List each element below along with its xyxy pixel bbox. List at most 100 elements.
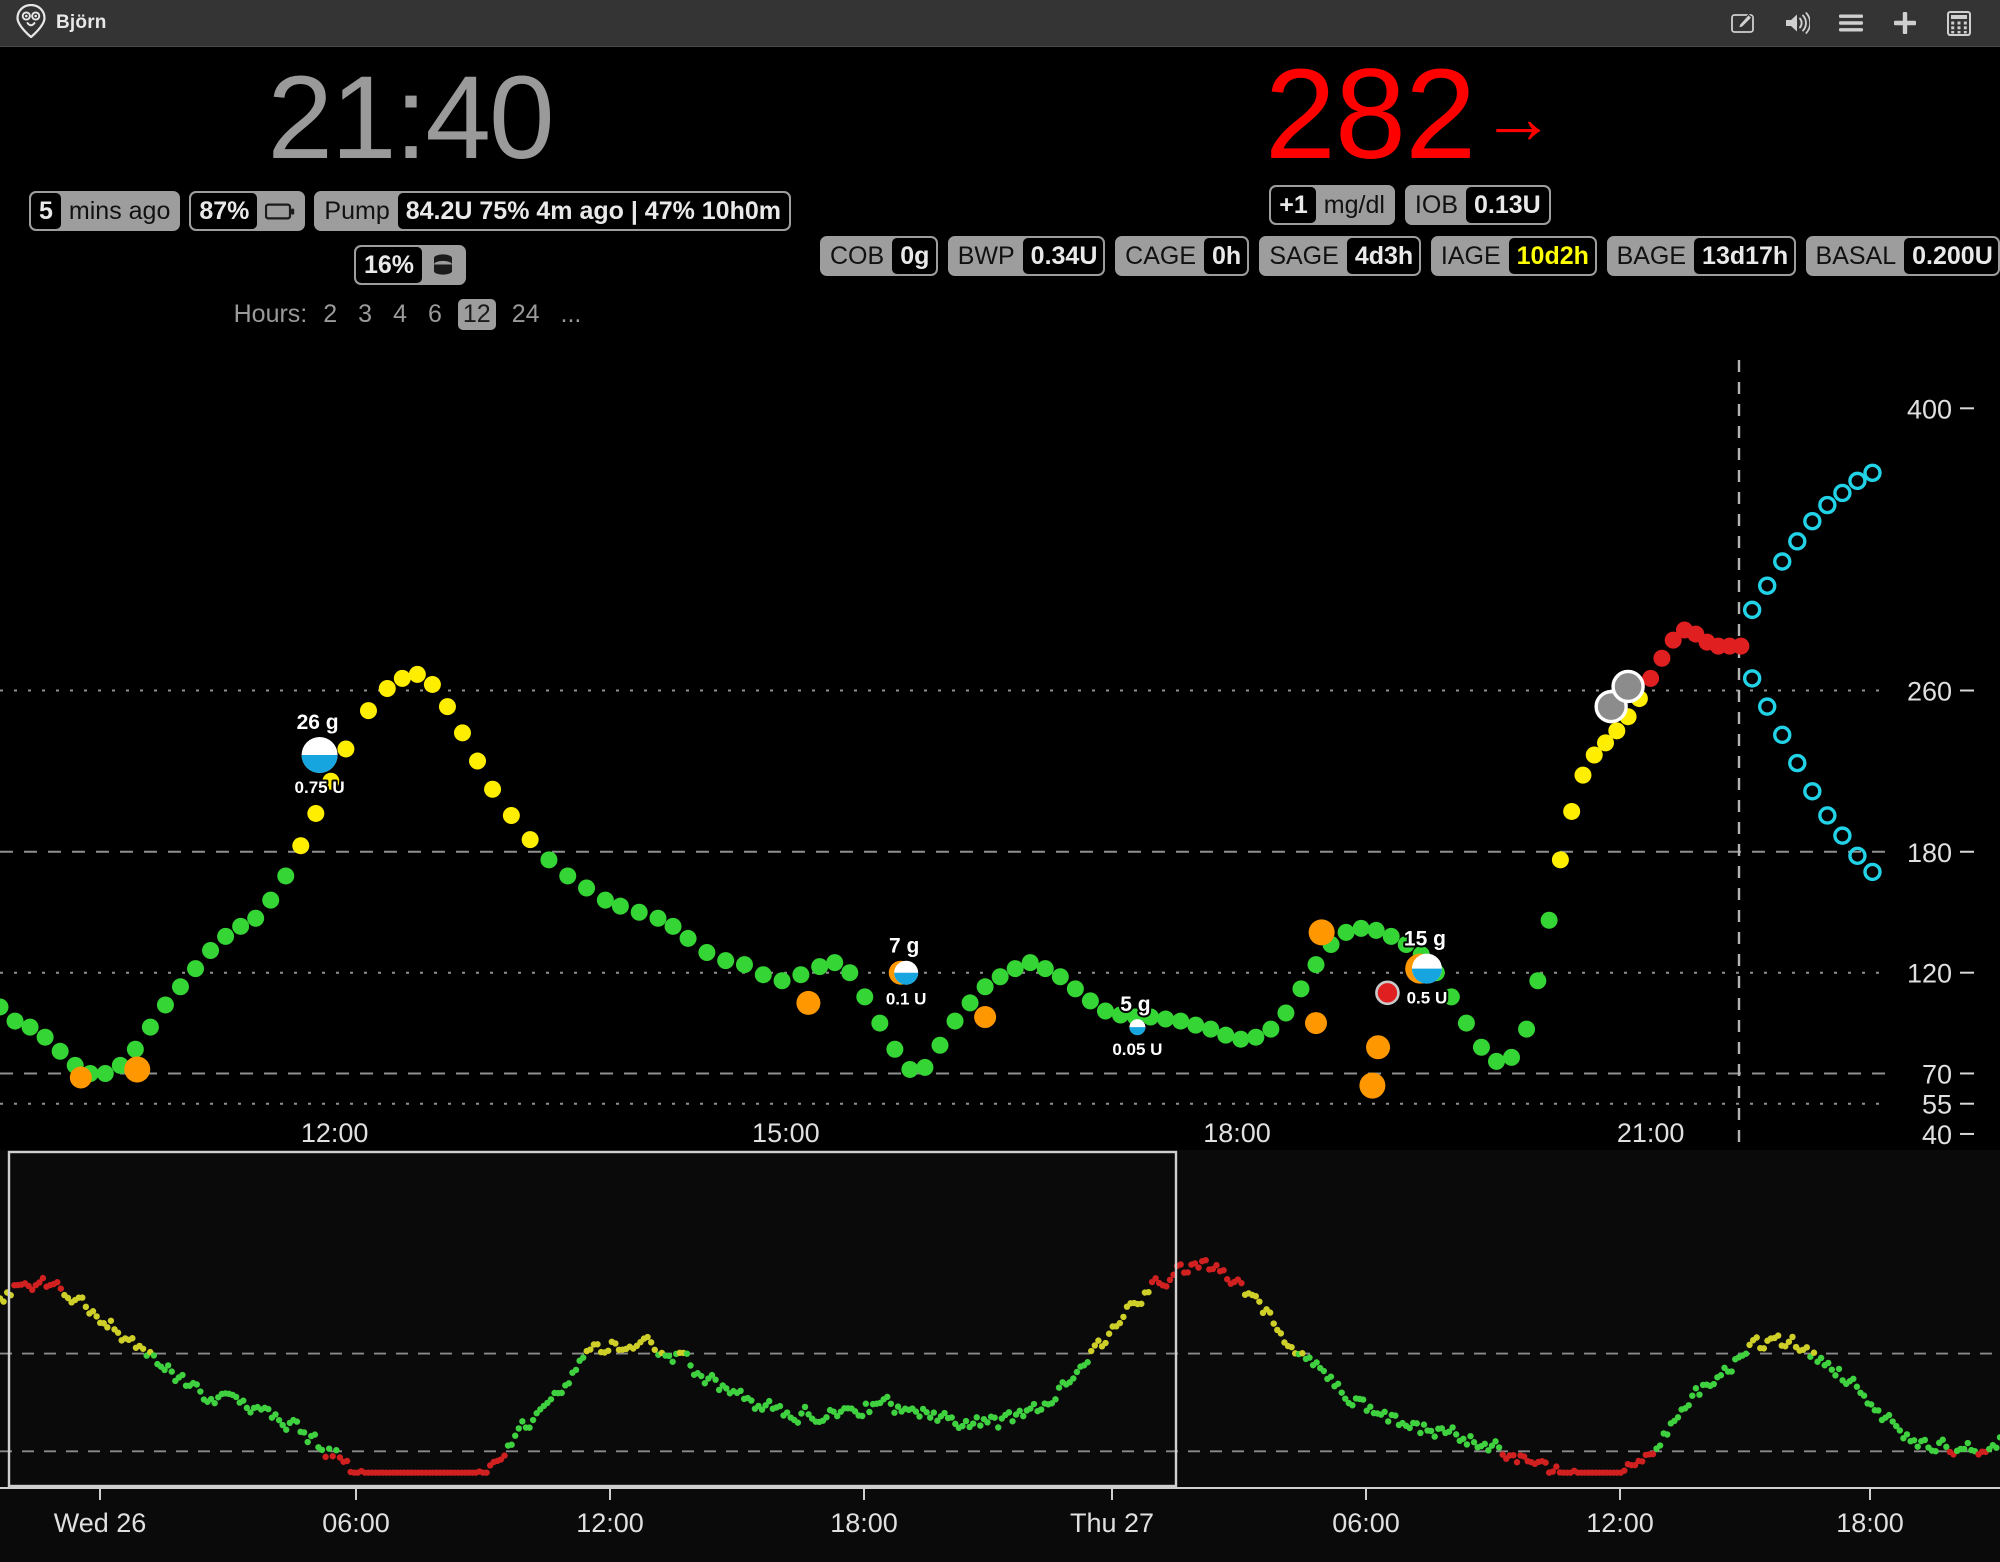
brush-chart-canvas[interactable]: Wed 26 06:00 12:00 18:00 Thu 27 06:00 12:00 18:…: [0, 1150, 2000, 1562]
brush-glucose-point: [948, 1414, 955, 1421]
carb-bolus-26g[interactable]: 26 g 0.75 U: [293, 709, 347, 799]
cgm-battery-pill[interactable]: 16%: [353, 245, 467, 285]
brush-glucose-point: [1649, 1450, 1657, 1458]
delta-value: +1: [1271, 187, 1316, 223]
carb-amount-label: 7 g: [889, 935, 919, 958]
brush-glucose-point: [265, 1405, 272, 1413]
bolus-marker[interactable]: [974, 1006, 997, 1029]
brush-glucose-point: [1105, 1330, 1113, 1337]
brush-glucose-point: [1009, 1418, 1016, 1425]
carb-amount-label: 26 g: [297, 711, 339, 734]
brush-glucose-point: [1166, 1276, 1174, 1284]
forecast-point: [1773, 725, 1792, 745]
glucose-point: [484, 780, 502, 798]
carb-bolus-5g[interactable]: 5 g 0.05 U: [1110, 991, 1164, 1061]
metric-pill-bage[interactable]: BAGE 13d17h: [1606, 236, 1796, 276]
brush-glucose-point: [1810, 1349, 1818, 1356]
carb-bolus-15g[interactable]: 15 g 0.5 U: [1402, 926, 1449, 1010]
brush-glucose-point: [1020, 1412, 1027, 1420]
glucose-point: [1217, 1026, 1235, 1044]
metric-pill-iage[interactable]: IAGE 10d2h: [1430, 236, 1597, 276]
brand-title: Björn: [56, 12, 107, 33]
glucose-point: [277, 867, 295, 885]
brush-glucose-point: [1850, 1375, 1857, 1383]
brush-glucose-point: [1184, 1269, 1192, 1276]
metric-pill-cage[interactable]: CAGE 0h: [1115, 236, 1250, 276]
main-chart-canvas[interactable]: 400 260 180 120 705540 26 g 0.75 U 7 g 0.1 U 5 g 0…: [0, 360, 2000, 1150]
hours-option-3[interactable]: 3: [353, 299, 377, 330]
calculator-icon[interactable]: [1946, 10, 1972, 36]
metric-pill-cob[interactable]: COB 0g: [820, 236, 938, 276]
y-axis-tick: 55: [1922, 1090, 1952, 1120]
brush-glucose-point: [283, 1426, 290, 1433]
metric-pill-value: 4d3h: [1346, 238, 1419, 274]
brush-glucose-point: [240, 1397, 247, 1404]
brush-glucose-point: [1717, 1372, 1725, 1379]
carb-bolus-7g[interactable]: 7 g 0.1 U: [884, 933, 929, 1011]
brush-overview-chart[interactable]: Wed 26 06:00 12:00 18:00 Thu 27 06:00 12:00 18:…: [0, 1150, 2000, 1562]
brush-glucose-point: [1914, 1443, 1921, 1450]
speaker-volume-icon[interactable]: [1784, 10, 1810, 36]
brush-glucose-point: [79, 1294, 86, 1301]
y-axis-tick: 120: [1907, 959, 1952, 989]
brush-glucose-point: [1413, 1420, 1421, 1427]
uploader-battery-pill[interactable]: 87%: [189, 191, 306, 231]
delta-pill[interactable]: +1 mg/dl: [1269, 185, 1395, 225]
brush-x-axis-tick: 18:00: [830, 1508, 898, 1538]
brush-glucose-point: [1163, 1283, 1170, 1290]
metric-pill-sage[interactable]: SAGE 4d3h: [1259, 236, 1421, 276]
brush-glucose-point: [1055, 1384, 1063, 1391]
bolus-marker[interactable]: [1305, 1012, 1327, 1035]
brush-glucose-point: [712, 1376, 719, 1383]
glucose-point: [976, 978, 994, 996]
brush-glucose-point: [1932, 1447, 1939, 1455]
battery-icon: [257, 193, 304, 229]
bolus-marker[interactable]: [69, 1066, 92, 1089]
hours-option-4[interactable]: 4: [388, 299, 412, 330]
brush-glucose-point: [1825, 1359, 1832, 1367]
glucose-point: [1503, 1048, 1521, 1066]
brush-glucose-point: [57, 1285, 65, 1292]
hours-option-2[interactable]: 2: [318, 299, 342, 330]
bolus-marker[interactable]: [1308, 919, 1335, 946]
hamburger-menu-icon[interactable]: [1838, 10, 1864, 36]
glucose-point: [886, 1040, 904, 1058]
brush-glucose-point: [1803, 1344, 1810, 1351]
bolus-marker[interactable]: [124, 1056, 151, 1083]
glucose-point: [1172, 1012, 1190, 1030]
glucose-point: [21, 1018, 39, 1036]
brand[interactable]: Björn: [16, 3, 107, 43]
add-plus-icon[interactable]: [1892, 10, 1918, 36]
hours-option-24[interactable]: 24: [507, 299, 545, 330]
brush-glucose-point: [776, 1402, 784, 1410]
hours-option-12[interactable]: 12: [457, 299, 496, 330]
brush-glucose-point: [558, 1389, 565, 1397]
brush-glucose-point: [311, 1431, 319, 1438]
y-axis-tick: 40: [1922, 1120, 1952, 1150]
main-glucose-chart[interactable]: 400 260 180 120 70 55 40 26 g 0.75 U 7 g 0.1 U 5 g 0…: [0, 360, 2000, 1150]
bolus-marker[interactable]: [796, 990, 821, 1015]
glucose-point: [423, 675, 441, 693]
pump-status-pill[interactable]: Pump 84.2U 75% 4m ago | 47% 10h0m: [314, 191, 791, 231]
edit-mode-icon[interactable]: [1730, 10, 1756, 36]
metric-pill-basal[interactable]: BASAL 0.200U: [1805, 236, 2000, 276]
brush-glucose-point: [1449, 1424, 1456, 1431]
last-reading-pill[interactable]: 5 mins ago: [29, 191, 181, 231]
brush-glucose-point: [1392, 1412, 1399, 1419]
metric-pill-bwp[interactable]: BWP 0.34U: [947, 236, 1106, 276]
bolus-marker[interactable]: [1366, 1035, 1391, 1060]
brush-glucose-point: [1867, 1401, 1875, 1408]
brush-selection-window[interactable]: [7, 1150, 1178, 1488]
hours-option-6[interactable]: 6: [423, 299, 447, 330]
brush-glucose-point: [1202, 1257, 1209, 1264]
brush-glucose-point: [748, 1397, 755, 1404]
brush-glucose-point: [322, 1453, 329, 1461]
brush-glucose-point: [1828, 1366, 1836, 1373]
glucose-point: [1457, 1014, 1475, 1032]
hours-option-more[interactable]: ...: [556, 299, 587, 330]
brush-glucose-point: [293, 1418, 301, 1425]
bolus-marker[interactable]: [1359, 1072, 1386, 1099]
iob-pill[interactable]: IOB 0.13U: [1404, 185, 1551, 225]
brush-glucose-point: [1495, 1444, 1503, 1451]
glucose-point: [698, 944, 716, 962]
